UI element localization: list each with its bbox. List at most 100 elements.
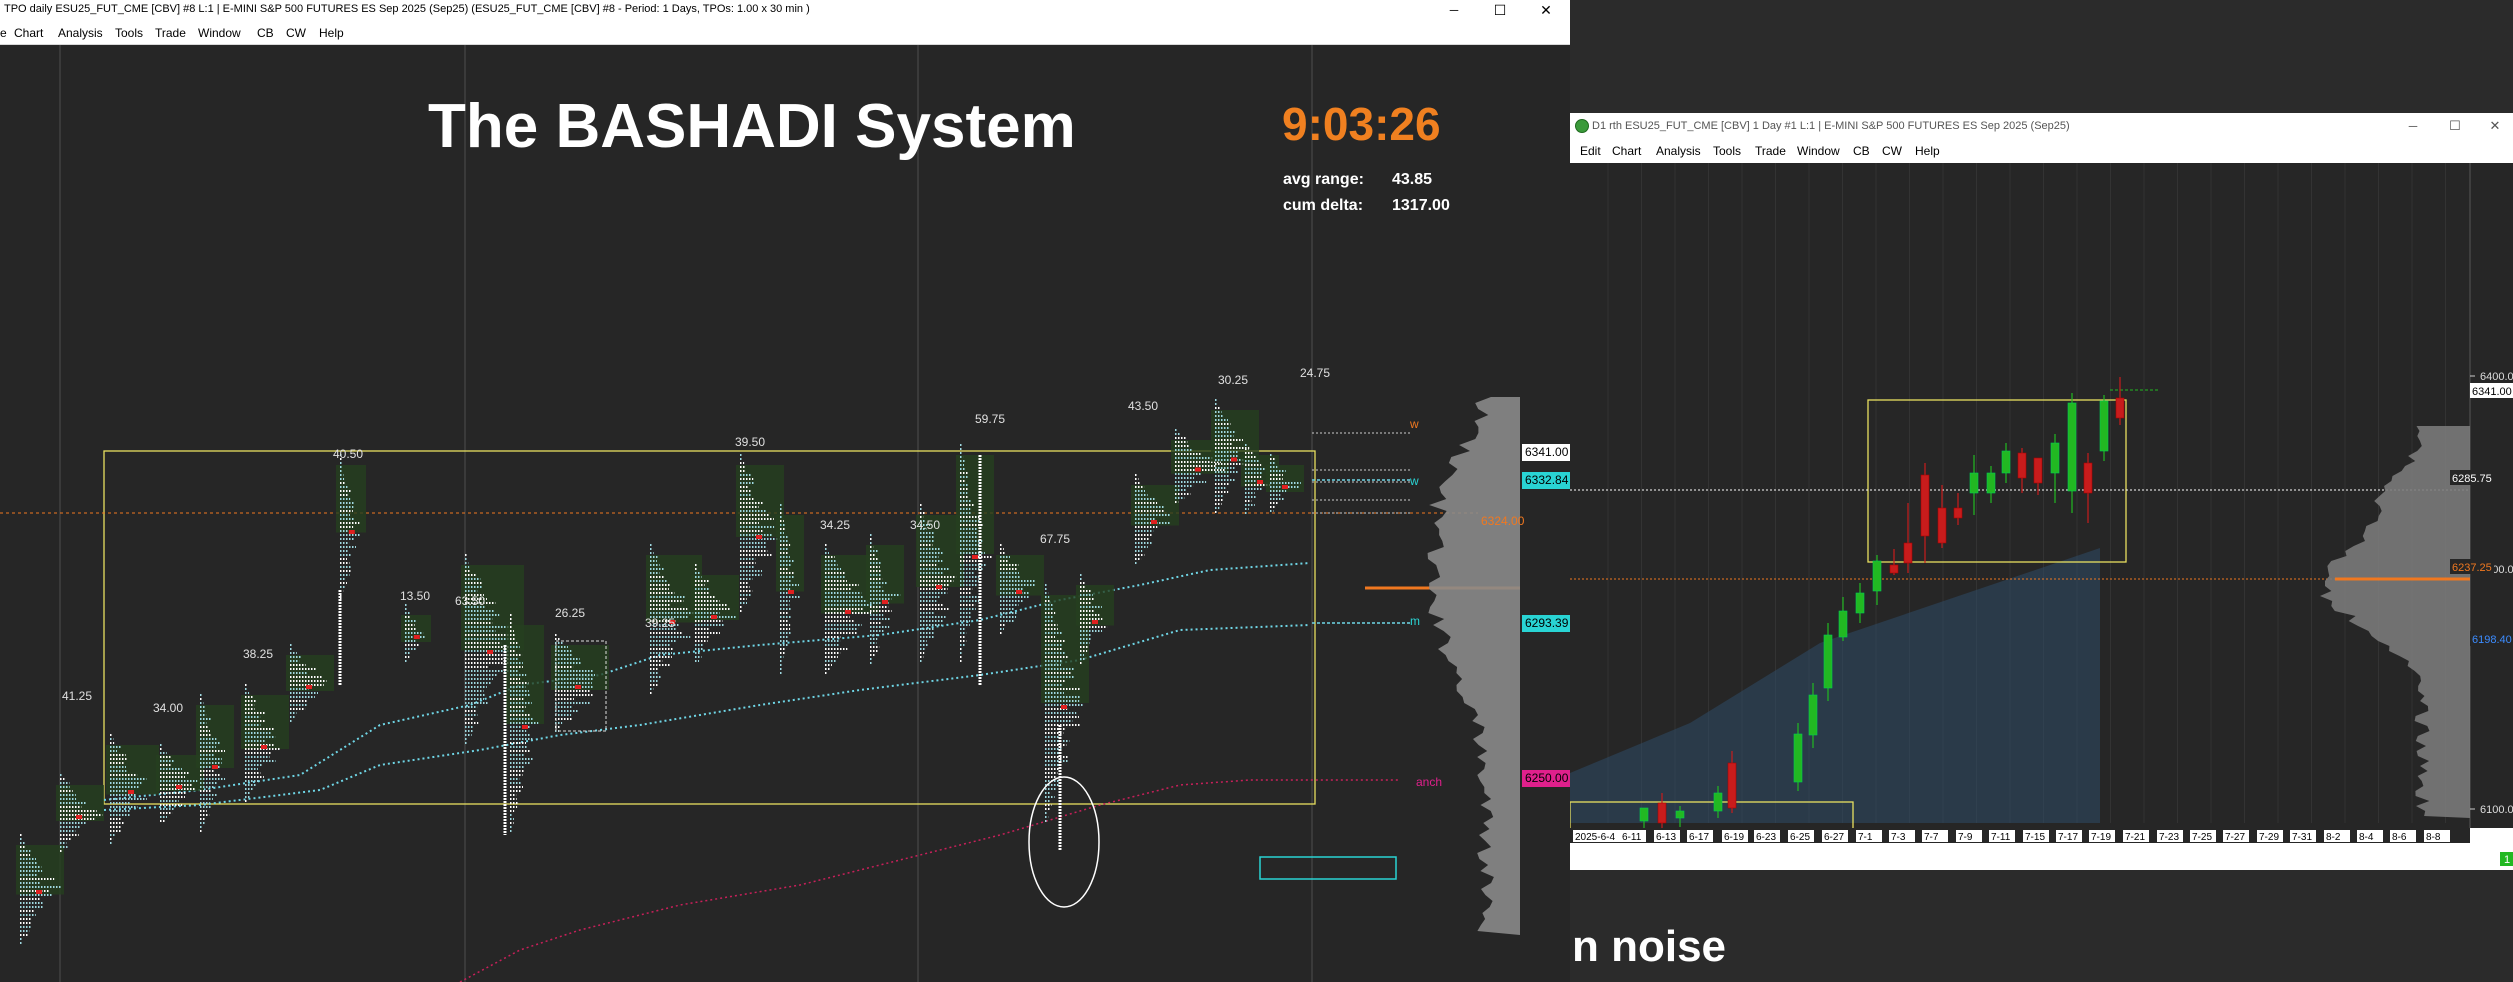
shaded-area xyxy=(1570,548,2100,863)
menu-window-2[interactable]: Window xyxy=(1797,144,1840,158)
tpo-poc-marker xyxy=(348,530,355,534)
date-tick-label: 7-27 xyxy=(2225,832,2245,843)
tpo-chart-area[interactable]: 41.25 34.00 38.25 40.50 13.50 63.50 26.25 39.25… xyxy=(0,45,1570,982)
menu-trade-2[interactable]: Trade xyxy=(1755,144,1786,158)
candle-body xyxy=(1727,762,1737,809)
background-caption: n noise xyxy=(1572,922,1727,971)
menu-cb[interactable]: CB xyxy=(257,26,274,40)
tpo-poc-marker xyxy=(1016,590,1022,594)
range-label: 13.50 xyxy=(400,589,430,603)
tpo-poc-marker xyxy=(1061,705,1067,709)
maximize-button[interactable]: ☐ xyxy=(1486,0,1514,21)
menu-chart-2[interactable]: Chart xyxy=(1612,144,1641,158)
candle-body xyxy=(1903,542,1913,564)
date-tick-label: 8-2 xyxy=(2326,832,2341,843)
cum-delta-value: 1317.00 xyxy=(1392,197,1450,214)
tpo-poc-marker xyxy=(128,790,134,794)
line-tag: w xyxy=(1409,474,1419,488)
tpo-poc-marker xyxy=(1151,520,1157,524)
candle-body xyxy=(1953,507,1963,519)
tpo-chart-window: TPO daily ESU25_FUT_CME [CBV] #8 L:1 | E… xyxy=(0,0,1570,982)
menu-chart[interactable]: Chart xyxy=(14,26,43,40)
date-tick-label: 7-17 xyxy=(2058,832,2078,843)
tpo-poc-marker xyxy=(36,890,42,894)
candle-body xyxy=(2115,397,2125,419)
menu-help[interactable]: Help xyxy=(319,26,344,40)
date-tick-label: 8-8 xyxy=(2426,832,2441,843)
menu-help-2[interactable]: Help xyxy=(1915,144,1940,158)
close-button[interactable]: ✕ xyxy=(1532,0,1560,21)
date-tick-label: 2025-6-4 xyxy=(1575,832,1615,843)
window-app-icon xyxy=(1575,119,1589,133)
menu-cb-2[interactable]: CB xyxy=(1853,144,1870,158)
candle-body xyxy=(1969,472,1979,494)
candle-body xyxy=(2067,402,2077,492)
price-axis-label: 6400.00 xyxy=(2480,371,2513,383)
cyan-box xyxy=(1259,856,1397,880)
chart-title: The BASHADI System xyxy=(428,92,1076,161)
daily-chart-area[interactable]: 2025-6-4 6-11 6-13 6-17 6-19 6-23 6-25 6-27 7-1 7… xyxy=(1570,163,2513,870)
date-tick-label: 7-1 xyxy=(1858,832,1873,843)
candle-body xyxy=(1808,694,1818,736)
tpo-poc-marker xyxy=(1092,620,1098,624)
date-tick-label: 7-29 xyxy=(2259,832,2279,843)
tpo-poc-marker xyxy=(882,600,888,604)
tpo-poc-marker xyxy=(306,685,312,689)
menu-edit-2[interactable]: Edit xyxy=(1580,144,1601,158)
candle-body xyxy=(2033,457,2043,484)
date-tick-label: 7-3 xyxy=(1891,832,1906,843)
price-label-6324: 6324.00 xyxy=(1481,514,1525,528)
candle-body xyxy=(2001,450,2011,474)
price-label-6341: 6341.00 xyxy=(1522,444,1570,461)
highlight-ellipse xyxy=(1028,776,1100,908)
range-label: 43.50 xyxy=(1128,399,1158,413)
countdown-clock: 9:03:26 xyxy=(1282,98,1441,150)
menu-window[interactable]: Window xyxy=(198,26,241,40)
range-label: 30.25 xyxy=(1218,373,1248,387)
menu-analysis-2[interactable]: Analysis xyxy=(1656,144,1701,158)
avg-range-label: avg range: xyxy=(1283,171,1364,188)
candle-body xyxy=(1657,802,1667,824)
price-label-6250: 6250.00 xyxy=(1522,770,1570,787)
range-label: 24.75 xyxy=(1300,366,1330,380)
minimize-button[interactable]: ─ xyxy=(1440,0,1468,21)
candle-body xyxy=(1675,810,1685,819)
menu-bar-2: Edit Chart Analysis Tools Trade Window C… xyxy=(1570,139,2513,161)
candle-body xyxy=(2083,462,2093,494)
candle-body xyxy=(1793,733,1803,783)
date-tick-label: 7-11 xyxy=(1991,832,2011,843)
menu-tools-2[interactable]: Tools xyxy=(1713,144,1741,158)
range-label: 63.50 xyxy=(455,594,485,608)
tpo-poc-marker xyxy=(1257,480,1263,484)
menu-cw[interactable]: CW xyxy=(286,26,306,40)
candle-body xyxy=(1838,610,1848,638)
price-label-6293: 6293.39 xyxy=(1522,615,1570,632)
range-label: 34.50 xyxy=(910,518,940,532)
range-label: 34.25 xyxy=(820,518,850,532)
date-tick-label: 8-4 xyxy=(2359,832,2374,843)
date-tick-label: 6-17 xyxy=(1689,832,1709,843)
candle-body xyxy=(1920,474,1930,537)
tpo-poc-marker xyxy=(413,635,420,639)
menu-tools[interactable]: Tools xyxy=(115,26,143,40)
price-tag: 6237.25 xyxy=(2452,562,2492,574)
menu-trade[interactable]: Trade xyxy=(155,26,186,40)
date-tick-label: 6-25 xyxy=(1790,832,1810,843)
anchored-vwap-line xyxy=(459,779,1400,982)
candle-body xyxy=(2050,442,2060,474)
line-tag: anch xyxy=(1416,775,1442,789)
date-tick-label: 6-27 xyxy=(1824,832,1844,843)
date-tick-label: 7-15 xyxy=(2025,832,2045,843)
menu-edit[interactable]: e xyxy=(0,26,7,40)
tpo-poc-marker xyxy=(845,610,851,614)
maximize-button-2[interactable]: ☐ xyxy=(2442,113,2468,139)
volume-profile xyxy=(1427,397,1520,935)
price-tag: 6198.40 xyxy=(2472,634,2512,646)
title-bar-2: D1 rth ESU25_FUT_CME [CBV] 1 Day #1 L:1 … xyxy=(1570,113,2513,139)
minimize-button-2[interactable]: ─ xyxy=(2400,113,2426,139)
date-tick-label: 6-13 xyxy=(1656,832,1676,843)
menu-analysis[interactable]: Analysis xyxy=(58,26,103,40)
menu-cw-2[interactable]: CW xyxy=(1882,144,1902,158)
close-button-2[interactable]: ✕ xyxy=(2482,113,2508,139)
range-label: 40.50 xyxy=(333,447,363,461)
